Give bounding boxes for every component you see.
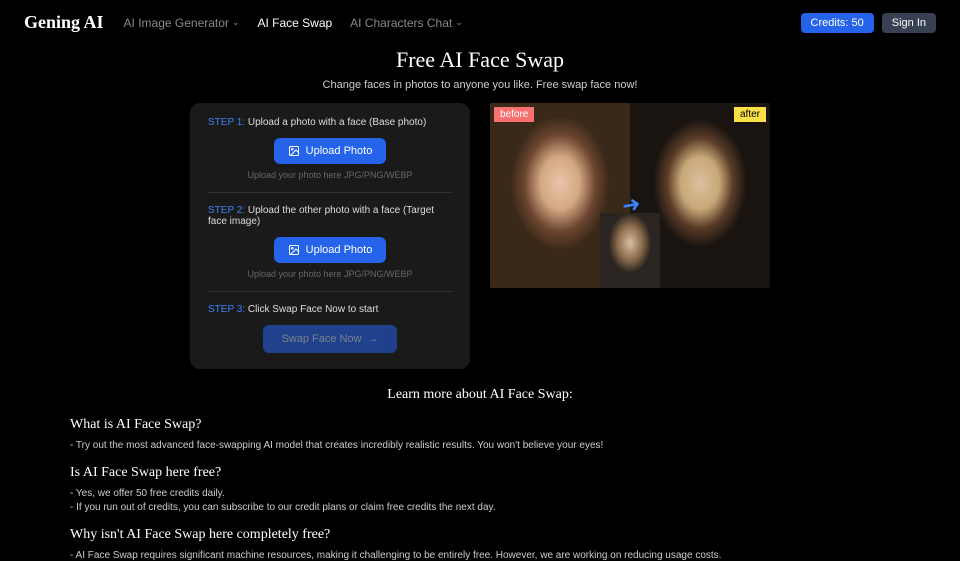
header-right: Credits: 50 Sign In (801, 13, 936, 33)
upload-target-button[interactable]: Upload Photo (274, 237, 387, 263)
arrow-icon: ➜ (619, 190, 642, 219)
step-text: Click Swap Face Now to start (248, 304, 379, 315)
nav-face-swap[interactable]: AI Face Swap (257, 16, 332, 30)
step-1: STEP 1: Upload a photo with a face (Base… (208, 117, 452, 193)
signin-button[interactable]: Sign In (882, 13, 936, 33)
question: What is AI Face Swap? (70, 417, 890, 433)
upload-hint: Upload your photo here JPG/PNG/WEBP (208, 269, 452, 279)
learn-title: Learn more about AI Face Swap: (70, 387, 890, 403)
question: Is AI Face Swap here free? (70, 465, 890, 481)
step-label: STEP 1: Upload a photo with a face (Base… (208, 117, 452, 128)
logo[interactable]: Gening AI (24, 12, 104, 33)
button-label: Upload Photo (306, 145, 373, 157)
upload-base-button[interactable]: Upload Photo (274, 138, 387, 164)
after-tag: after (734, 107, 766, 122)
chevron-down-icon: ⌄ (232, 17, 240, 28)
answer: - Try out the most advanced face-swappin… (70, 440, 890, 451)
step-number: STEP 1: (208, 117, 245, 128)
page-subtitle: Change faces in photos to anyone you lik… (0, 79, 960, 91)
page-title: Free AI Face Swap (0, 47, 960, 73)
upload-hint: Upload your photo here JPG/PNG/WEBP (208, 170, 452, 180)
nav-label: AI Face Swap (257, 16, 332, 30)
nav-label: AI Image Generator (124, 16, 229, 30)
steps-card: STEP 1: Upload a photo with a face (Base… (190, 103, 470, 369)
nav-characters-chat[interactable]: AI Characters Chat ⌄ (350, 16, 463, 30)
nav: AI Image Generator ⌄ AI Face Swap AI Cha… (124, 16, 463, 30)
button-label: Swap Face Now (281, 333, 361, 345)
question: Why isn't AI Face Swap here completely f… (70, 527, 890, 543)
nav-image-generator[interactable]: AI Image Generator ⌄ (124, 16, 240, 30)
answer: - If you run out of credits, you can sub… (70, 502, 890, 513)
answer: - AI Face Swap requires significant mach… (70, 550, 890, 561)
nav-label: AI Characters Chat (350, 16, 452, 30)
swap-face-button[interactable]: Swap Face Now → (263, 325, 396, 353)
image-icon (288, 244, 300, 256)
credits-button[interactable]: Credits: 50 (801, 13, 874, 33)
preview-image: before after ➜ (490, 103, 770, 288)
header: Gening AI AI Image Generator ⌄ AI Face S… (0, 0, 960, 45)
step-text: Upload a photo with a face (Base photo) (248, 117, 426, 128)
step-label: STEP 3: Click Swap Face Now to start (208, 304, 452, 315)
button-label: Upload Photo (306, 244, 373, 256)
step-label: STEP 2: Upload the other photo with a fa… (208, 205, 452, 227)
chevron-down-icon: ⌄ (455, 17, 463, 28)
step-2: STEP 2: Upload the other photo with a fa… (208, 205, 452, 292)
step-number: STEP 2: (208, 205, 245, 216)
qa-block: Is AI Face Swap here free? - Yes, we off… (70, 465, 890, 513)
qa-block: Why isn't AI Face Swap here completely f… (70, 527, 890, 561)
answer: - Yes, we offer 50 free credits daily. (70, 488, 890, 499)
learn-section: Learn more about AI Face Swap: What is A… (0, 369, 960, 561)
step-3: STEP 3: Click Swap Face Now to start Swa… (208, 304, 452, 353)
image-icon (288, 145, 300, 157)
step-number: STEP 3: (208, 304, 245, 315)
qa-block: What is AI Face Swap? - Try out the most… (70, 417, 890, 451)
before-tag: before (494, 107, 534, 122)
source-face (600, 213, 660, 288)
main: STEP 1: Upload a photo with a face (Base… (0, 91, 960, 369)
arrow-right-icon: → (368, 333, 379, 345)
